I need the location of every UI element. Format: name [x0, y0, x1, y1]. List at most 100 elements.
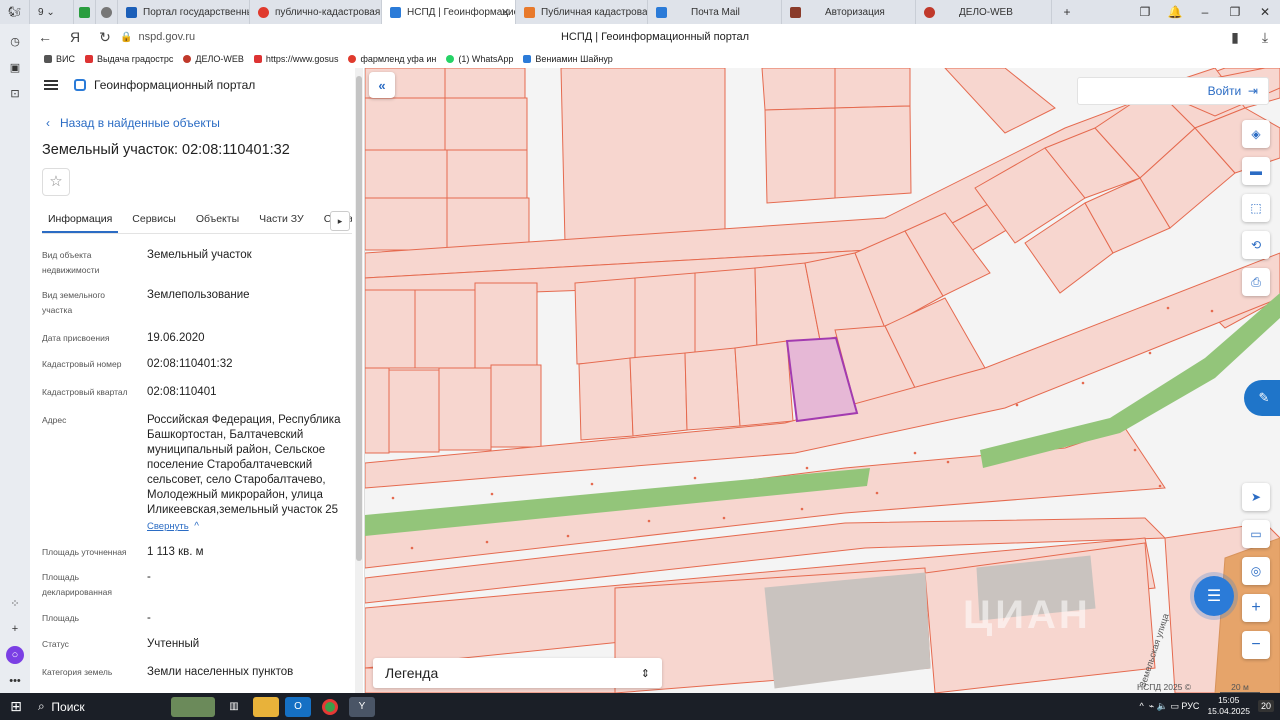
tab-count: 9 [38, 6, 44, 18]
feedback-tab-icon[interactable]: ✎ [1244, 380, 1280, 416]
tab-information[interactable]: Информация [42, 210, 119, 233]
language-indicator[interactable]: РУС [1181, 701, 1199, 711]
explorer-icon[interactable] [253, 696, 279, 717]
tab-parts[interactable]: Части ЗУ [253, 210, 310, 233]
apps-icon[interactable]: ⁘ [6, 594, 24, 612]
prop-value: - [147, 571, 151, 583]
notifications-badge[interactable]: 20 [1257, 700, 1274, 712]
bookmark-farmlend[interactable]: фармленд уфа ин [348, 54, 436, 64]
minimap-icon[interactable]: ▭ [1242, 520, 1270, 548]
tab-mail[interactable]: Почта Mail [648, 0, 782, 24]
windows-taskbar: ⊞ ⌕ Поиск ▥ O Y ^ ⌁ 🔈 ▭ РУС 15:05 15.04.2… [0, 693, 1280, 720]
prop-label: Вид земельного участка [42, 290, 106, 315]
network-icon[interactable]: ⌁ [1149, 701, 1157, 712]
zoom-in-button[interactable]: + [1242, 594, 1270, 622]
chrome-icon[interactable] [317, 697, 343, 717]
cadastral-map: Земельская улица [365, 68, 1280, 693]
legend-label: Легенда [385, 665, 439, 681]
battery-icon[interactable]: ▭ [1170, 701, 1181, 712]
tab-nspd[interactable]: НСПД | Геоинформацио ✕ [382, 0, 516, 24]
bookmark-vis[interactable]: ВИС [44, 54, 75, 64]
bookmark-icon[interactable]: ▮ [1220, 29, 1250, 46]
history-icon[interactable]: ◷ [6, 32, 24, 50]
tab-objects[interactable]: Объекты [190, 210, 245, 233]
collapse-link[interactable]: Свернуть ^ [147, 519, 347, 534]
ruler-icon[interactable]: ▬ [1242, 157, 1270, 185]
back-arrow-icon[interactable]: ← [30, 29, 60, 45]
screenshot-icon[interactable]: ⊡ [6, 84, 24, 102]
tab-yandex-cadastre[interactable]: публично-кадастровая ка [250, 0, 382, 24]
tray-arrow-icon[interactable]: ^ [1140, 701, 1149, 711]
new-tab-button[interactable]: + [1052, 5, 1082, 19]
yandex-home-icon[interactable]: Я [60, 29, 90, 45]
volume-icon[interactable]: 🔈 [1157, 701, 1171, 712]
close-window-icon[interactable]: ✕ [1250, 5, 1280, 19]
reload-icon[interactable]: ↻ [90, 29, 120, 46]
tab-services[interactable]: Сервисы [126, 210, 182, 233]
tab-gosuslugi[interactable]: Портал государственных [118, 0, 250, 24]
yandex-browser-icon[interactable]: Y [349, 696, 375, 717]
bookmark-label: Вениамин Шайнур [535, 54, 613, 64]
url-field[interactable]: nspd.gov.ru [138, 31, 195, 43]
tabs-icon[interactable]: ▣ [6, 58, 24, 76]
prop-label: Категория земель [42, 667, 113, 677]
bookmark-delo[interactable]: ДЕЛО-WEB [183, 54, 244, 64]
outlook-icon[interactable]: O [285, 696, 311, 717]
refresh-ext-icon[interactable] [74, 0, 96, 24]
legend-panel[interactable]: Легенда ⇕ [373, 658, 662, 688]
collections-icon[interactable]: ❐ [1130, 5, 1160, 19]
panel-scrollbar[interactable] [355, 68, 363, 693]
chat-icon: ☰ [1206, 588, 1222, 605]
more-icon[interactable]: ••• [6, 672, 24, 690]
download-icon[interactable]: ⤓ [1250, 29, 1280, 46]
map-canvas[interactable]: Земельская улица ЦИАН « Войти ⇥ ◈ ▬ ⬚ ⟲ … [365, 68, 1280, 693]
landscape-icon[interactable] [171, 696, 215, 717]
zoom-out-button[interactable]: − [1242, 631, 1270, 659]
bookmark-gosuslugi[interactable]: https://www.gosus [253, 54, 339, 64]
minimize-icon[interactable]: – [1190, 5, 1220, 19]
bookmark-vydacha[interactable]: Выдача градострс [84, 54, 173, 64]
share-icon[interactable]: ⟲ [1242, 231, 1270, 259]
restore-icon[interactable]: ❐ [1220, 5, 1250, 19]
bookmark-veniamin[interactable]: Вениамин Шайнур [523, 54, 613, 64]
print-icon[interactable]: ⎙ [1242, 268, 1270, 296]
tab-delo-web[interactable]: ДЕЛО-WEB [916, 0, 1052, 24]
search-location-icon[interactable]: ◎ [1242, 557, 1270, 585]
clock[interactable]: 15:05 15.04.2025 [1207, 695, 1250, 717]
prop-label: Адрес [42, 415, 67, 425]
close-icon[interactable]: ✕ [501, 6, 510, 19]
alice-icon[interactable]: ○ [6, 646, 24, 664]
menu-icon[interactable] [44, 78, 58, 92]
tab-public-cadastre[interactable]: Публичная кадастровая к [516, 0, 648, 24]
prop-label: Площадь [42, 613, 80, 623]
browser-menu-icon[interactable]: 🐿 [0, 0, 30, 24]
windows-start-icon[interactable]: ⊞ [3, 697, 29, 717]
tabs-scroll-right-button[interactable]: ▸ [330, 211, 350, 231]
bookmark-whatsapp[interactable]: (1) WhatsApp [446, 54, 513, 64]
favorite-star-button[interactable]: ☆ [42, 168, 70, 196]
geolocation-icon[interactable]: ➤ [1242, 483, 1270, 511]
login-button[interactable]: Войти ⇥ [1077, 77, 1269, 105]
back-to-results-link[interactable]: ‹ Назад в найденные объекты [46, 116, 220, 130]
select-area-icon[interactable]: ⬚ [1242, 194, 1270, 222]
taskbar-search[interactable]: ⌕ Поиск [38, 697, 168, 717]
add-icon[interactable]: + [6, 620, 24, 638]
map-scale: 20 м [1220, 682, 1260, 693]
prop-label: Кадастровый квартал [42, 387, 128, 397]
collapse-panel-button[interactable]: « [369, 72, 395, 98]
tab-auth[interactable]: Авторизация [782, 0, 916, 24]
chevron-left-icon: ‹ [46, 116, 60, 130]
task-view-icon[interactable]: ▥ [221, 697, 247, 717]
search-label: Поиск [51, 699, 85, 714]
tab-counter[interactable]: 9 ⌄ [30, 0, 74, 24]
scrollbar-thumb[interactable] [356, 76, 362, 561]
tab-label: Почта Mail [691, 6, 740, 18]
flag-icon [126, 6, 137, 18]
layers-icon[interactable]: ◈ [1242, 120, 1270, 148]
chat-button[interactable]: ☰ [1194, 576, 1234, 616]
bell-icon[interactable]: 🔔 [1160, 5, 1190, 19]
portal-logo-icon [74, 79, 86, 91]
cadastre-icon [524, 6, 535, 18]
bookmark-label: https://www.gosus [265, 54, 339, 64]
profile-icon[interactable] [96, 0, 118, 24]
